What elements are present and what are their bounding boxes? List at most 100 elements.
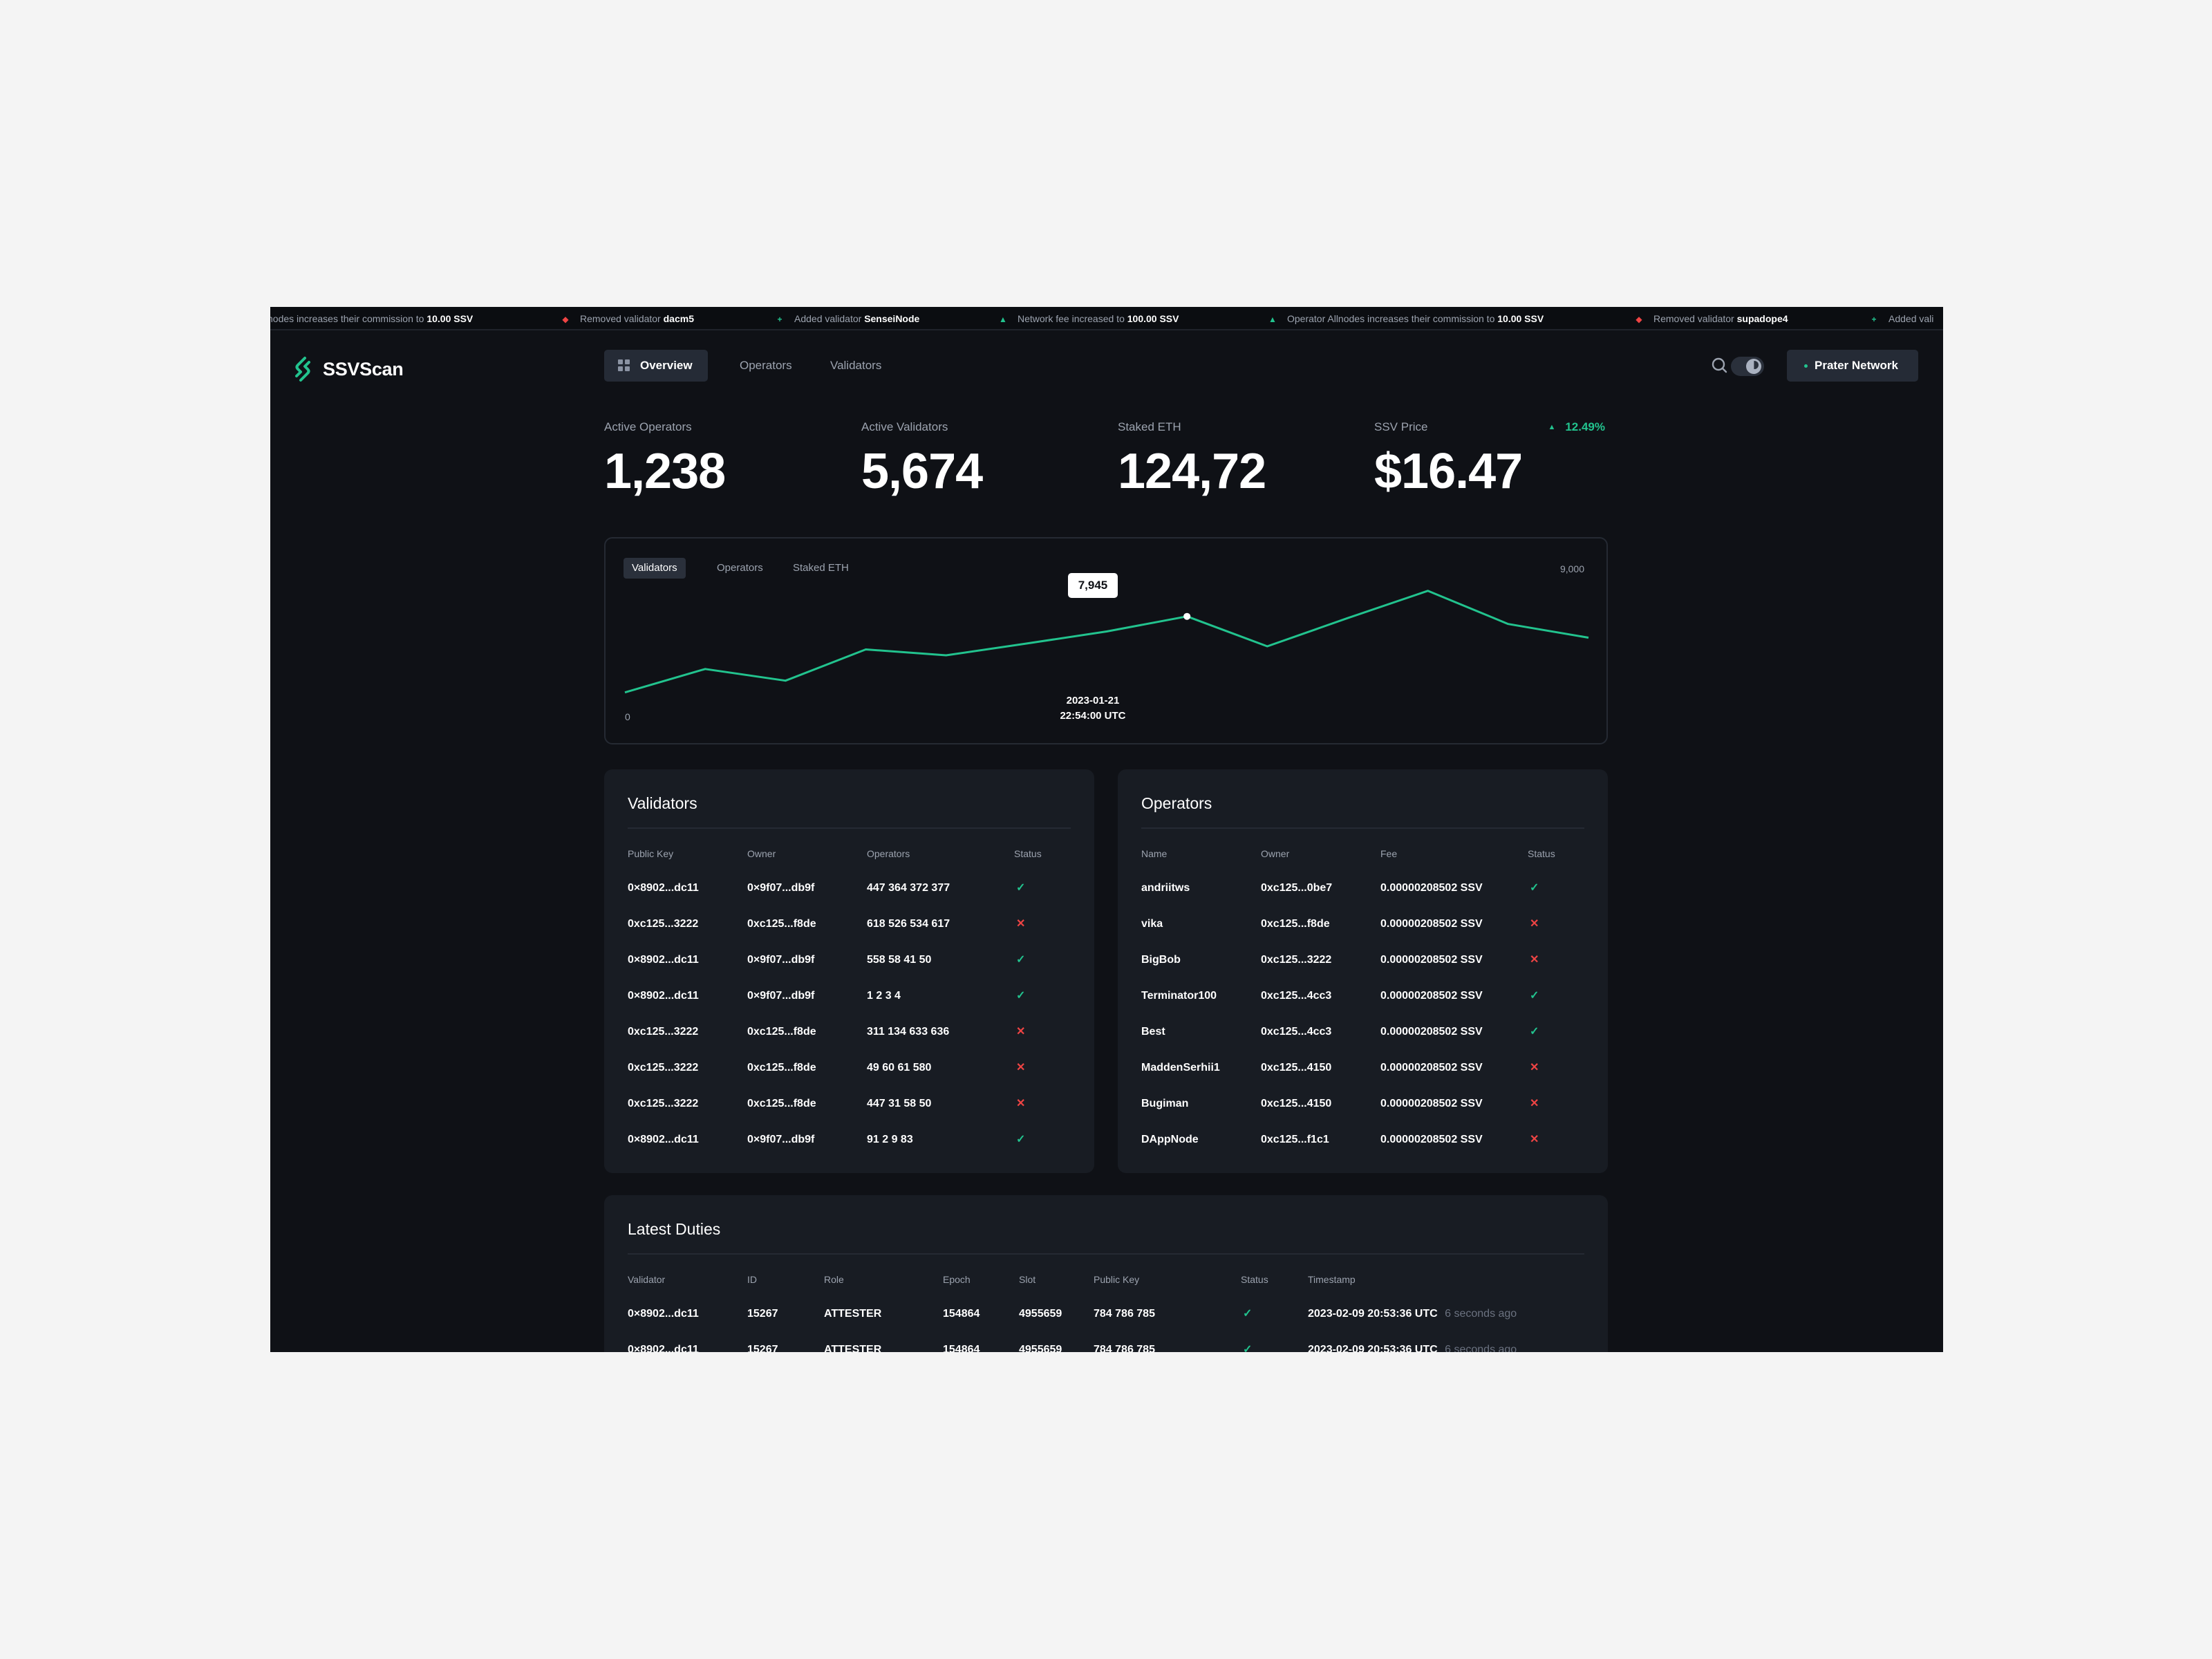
table-row[interactable]: Best 0xc125...4cc3 0.00000208502 SSV ✓ — [1118, 1025, 1608, 1061]
public-key: 0×8902...dc11 — [628, 1134, 699, 1145]
column-header: Epoch — [943, 1274, 971, 1285]
cross-icon: ✕ — [1016, 918, 1026, 930]
slot: 4955659 — [1019, 1308, 1062, 1320]
table-row[interactable]: 0×8902...dc11 0×9f07...db9f 91 2 9 83 ✓ — [604, 1133, 1094, 1169]
owner: 0xc125...f8de — [747, 1062, 816, 1074]
moon-icon — [1746, 359, 1761, 374]
nav-validators[interactable]: Validators — [830, 350, 881, 382]
table-row[interactable]: MaddenSerhii1 0xc125...4150 0.00000208502 … — [1118, 1061, 1608, 1097]
public-key: 0×8902...dc11 — [628, 990, 699, 1002]
highlight-point[interactable] — [1183, 612, 1191, 620]
tooltip-date: 2023-01-21 — [1066, 695, 1120, 706]
public-key: 0×8902...dc11 — [628, 954, 699, 966]
search-icon[interactable] — [1709, 355, 1730, 376]
time-ago: 6 seconds ago — [1445, 1344, 1517, 1352]
public-key: 0xc125...3222 — [628, 1098, 699, 1109]
owner: 0xc125...4cc3 — [1261, 1026, 1332, 1038]
card-title: Latest Duties — [628, 1220, 721, 1238]
cross-icon: ✕ — [1530, 1134, 1539, 1145]
nav-operators[interactable]: Operators — [740, 350, 792, 382]
ticker-text: nodes increases their commission to — [270, 313, 427, 324]
ticker-value: 10.00 SSV — [1497, 313, 1544, 324]
operator-ids: 311 134 633 636 — [867, 1026, 950, 1038]
operator-ids: 91 2 9 83 — [867, 1134, 913, 1145]
table-row[interactable]: 0xc125...3222 0xc125...f8de 447 31 58 50 ✕ — [604, 1097, 1094, 1133]
fee: 0.00000208502 SSV — [1380, 990, 1483, 1002]
table-row[interactable]: DAppNode 0xc125...f1c1 0.00000208502 SSV ✕ — [1118, 1133, 1608, 1169]
owner: 0xc125...f8de — [747, 1026, 816, 1038]
timestamp-value: 2023-02-09 20:53:36 UTC — [1308, 1308, 1438, 1320]
arrow-up-icon: ▲ — [1268, 315, 1277, 324]
plus-icon: + — [1871, 315, 1877, 324]
check-icon: ✓ — [1243, 1308, 1253, 1320]
role: ATTESTER — [824, 1308, 882, 1320]
table-row[interactable]: 0xc125...3222 0xc125...f8de 49 60 61 580 ✕ — [604, 1061, 1094, 1097]
ssv-logo-icon — [295, 357, 310, 382]
public-key: 784 786 785 — [1094, 1344, 1155, 1352]
logo[interactable]: SSVScan — [291, 354, 404, 384]
ticker-text: Removed validator — [1653, 313, 1737, 324]
stat-active-validators: Active Validators 5,674 — [861, 420, 1096, 496]
column-header: Role — [824, 1274, 844, 1285]
table-row[interactable]: andriitws 0xc125...0be7 0.00000208502 SSV ✓ — [1118, 881, 1608, 917]
arrow-up-icon: ▲ — [999, 315, 1007, 324]
network-label: Prater Network — [1815, 359, 1898, 372]
ticker-item: + Added validator SenseiNode — [775, 307, 919, 329]
cross-icon: ✕ — [1530, 954, 1539, 966]
cross-icon: ✕ — [1530, 918, 1539, 930]
table-row[interactable]: 0×8902...dc11 0×9f07...db9f 558 58 41 50 ✓ — [604, 953, 1094, 989]
column-header: Owner — [747, 848, 776, 859]
ticker-item: ▲ Network fee increased to 100.00 SSV — [998, 307, 1179, 329]
column-header: Status — [1241, 1274, 1268, 1285]
owner: 0xc125...f8de — [747, 918, 816, 930]
column-header: Public Key — [1094, 1274, 1140, 1285]
fee: 0.00000208502 SSV — [1380, 1062, 1483, 1074]
fee: 0.00000208502 SSV — [1380, 1026, 1483, 1038]
brand-name: SSVScan — [323, 358, 404, 379]
stat-label: Active Operators — [604, 420, 692, 433]
stat-label: Active Validators — [861, 420, 948, 433]
epoch: 154864 — [943, 1344, 980, 1352]
network-selector-button[interactable]: Prater Network — [1787, 350, 1918, 382]
check-icon: ✓ — [1016, 1134, 1026, 1145]
slot: 4955659 — [1019, 1344, 1062, 1352]
plus-icon: + — [777, 315, 782, 324]
public-key: 0xc125...3222 — [628, 1062, 699, 1074]
stat-value: 1,238 — [604, 444, 726, 499]
table-row[interactable]: BigBob 0xc125...3222 0.00000208502 SSV ✕ — [1118, 953, 1608, 989]
tooltip-time: 22:54:00 UTC — [1060, 710, 1126, 722]
timestamp: 2023-02-09 20:53:36 UTC 6 seconds ago — [1308, 1343, 1517, 1352]
owner: 0xc125...4cc3 — [1261, 990, 1332, 1002]
nav-overview[interactable]: Overview — [604, 350, 708, 382]
check-icon: ✓ — [1016, 882, 1026, 894]
fee: 0.00000208502 SSV — [1380, 882, 1483, 894]
table-row[interactable]: 0×8902...dc11 0×9f07...db9f 447 364 372 37… — [604, 881, 1094, 917]
operator-name: andriitws — [1141, 882, 1190, 894]
column-header: Operators — [867, 848, 910, 859]
check-icon: ✓ — [1243, 1344, 1253, 1352]
duty-id: 15267 — [747, 1344, 778, 1352]
table-row[interactable]: 0xc125...3222 0xc125...f8de 618 526 534 61… — [604, 917, 1094, 953]
cross-icon: ✕ — [1530, 1062, 1539, 1074]
diamond-icon: ◆ — [562, 315, 569, 324]
owner: 0xc125...4150 — [1261, 1098, 1332, 1109]
table-row[interactable]: 0×8902...dc11 15267 ATTESTER 154864 4955659 7… — [604, 1343, 1608, 1352]
column-header: Public Key — [628, 848, 674, 859]
table-row[interactable]: Terminator100 0xc125...4cc3 0.00000208502 … — [1118, 989, 1608, 1025]
table-row[interactable]: 0xc125...3222 0xc125...f8de 311 134 633 63… — [604, 1025, 1094, 1061]
table-row[interactable]: vika 0xc125...f8de 0.00000208502 SSV ✕ — [1118, 917, 1608, 953]
cross-icon: ✕ — [1016, 1062, 1026, 1074]
table-row[interactable]: Bugiman 0xc125...4150 0.00000208502 SSV ✕ — [1118, 1097, 1608, 1133]
column-header: Validator — [628, 1274, 666, 1285]
owner: 0xc125...4150 — [1261, 1062, 1332, 1074]
table-row[interactable]: 0×8902...dc11 15267 ATTESTER 154864 4955659 7… — [604, 1307, 1608, 1343]
fee: 0.00000208502 SSV — [1380, 918, 1483, 930]
public-key: 0xc125...3222 — [628, 918, 699, 930]
table-row[interactable]: 0×8902...dc11 0×9f07...db9f 1 2 3 4 ✓ — [604, 989, 1094, 1025]
diamond-icon: ◆ — [1635, 315, 1642, 324]
theme-toggle[interactable] — [1731, 357, 1764, 376]
role: ATTESTER — [824, 1344, 882, 1352]
ticker-item: ▲ Operator Allnodes increases their commi… — [1268, 307, 1544, 329]
price-change: ▲ 12.49% — [1548, 420, 1605, 434]
ticker-item: nodes increases their commission to 10.0… — [270, 307, 473, 329]
